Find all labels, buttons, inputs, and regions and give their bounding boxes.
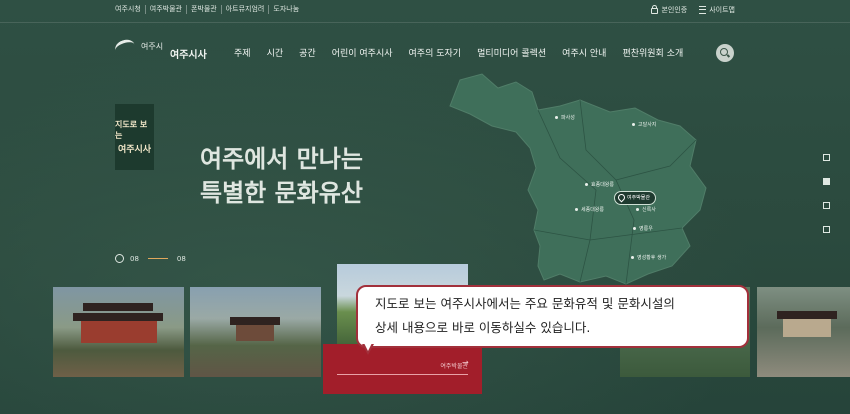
hero-title-line2: 특별한 문화유산 bbox=[200, 179, 363, 207]
slide-pager: 08 08 bbox=[115, 254, 186, 263]
nav-item-multimedia[interactable]: 멀티미디어 콜렉션 bbox=[477, 46, 546, 59]
utility-bar: 여주시청 여주박물관 폰박물관 아트뮤지엄려 도자나눔 본인인증 사이트맵 bbox=[0, 0, 850, 23]
logo[interactable]: 여주시 bbox=[115, 38, 163, 54]
tooltip-tail-inner bbox=[364, 343, 372, 351]
map-label[interactable]: 영성황후 생가 bbox=[631, 254, 666, 261]
utility-link[interactable]: 여주시청 bbox=[115, 5, 146, 14]
map-label[interactable]: 신륵사 bbox=[636, 206, 656, 213]
map-label[interactable]: 파사성 bbox=[555, 114, 575, 121]
main-nav: 주제 시간 공간 어린이 여주시사 여주의 도자기 멀티미디어 콜렉션 여주시 … bbox=[234, 46, 683, 59]
nav-item-space[interactable]: 공간 bbox=[299, 46, 316, 59]
pager-current: 08 bbox=[130, 254, 139, 263]
utility-link[interactable]: 여주박물관 bbox=[146, 5, 187, 14]
heritage-card[interactable] bbox=[190, 287, 321, 377]
hero-title-line1: 여주에서 만나는 bbox=[200, 145, 363, 173]
section-dot[interactable] bbox=[823, 202, 830, 209]
map-label[interactable]: 고달사지 bbox=[632, 121, 656, 128]
login-label: 본인인증 bbox=[661, 6, 688, 14]
arrow-right-icon: → bbox=[462, 358, 469, 367]
nav-item-kids[interactable]: 어린이 여주시사 bbox=[332, 46, 393, 59]
map-label[interactable]: 세종대왕릉 bbox=[575, 206, 604, 213]
heritage-card[interactable] bbox=[757, 287, 850, 377]
login-link[interactable]: 본인인증 bbox=[651, 5, 687, 15]
card-label: 여주박물관 bbox=[440, 363, 468, 370]
utility-link[interactable]: 도자나눔 bbox=[269, 5, 303, 14]
map-label[interactable]: 효종대왕릉 bbox=[585, 181, 614, 188]
nav-item-ceramics[interactable]: 여주의 도자기 bbox=[409, 46, 462, 59]
pager-progress bbox=[147, 258, 168, 259]
nav-item-time[interactable]: 시간 bbox=[267, 46, 284, 59]
map-pin-museum[interactable]: 여주박물관 bbox=[614, 191, 657, 205]
section-dot-active[interactable] bbox=[823, 178, 830, 185]
hero-title: 여주에서 만나는 특별한 문화유산 bbox=[200, 142, 363, 210]
sitemap-link[interactable]: 사이트맵 bbox=[699, 5, 735, 15]
nav-item-topic[interactable]: 주제 bbox=[234, 46, 251, 59]
sitemap-label: 사이트맵 bbox=[709, 6, 735, 14]
nav-item-committee[interactable]: 편찬위원회 소개 bbox=[622, 46, 683, 59]
section-dot[interactable] bbox=[823, 154, 830, 161]
card-underline bbox=[337, 374, 468, 375]
utility-links: 여주시청 여주박물관 폰박물관 아트뮤지엄려 도자나눔 bbox=[115, 5, 303, 14]
pager-total: 08 bbox=[176, 254, 186, 263]
tooltip-text: 지도로 보는 여주시사에서는 주요 문화유적 및 문화시설의 상세 내용으로 바… bbox=[375, 292, 740, 340]
utility-link[interactable]: 아트뮤지엄려 bbox=[222, 5, 270, 14]
tooltip-text-line1: 지도로 보는 여주시사에서는 주요 문화유적 및 문화시설의 bbox=[375, 296, 675, 311]
map-badge[interactable]: 지도로 보는 여주시사 bbox=[115, 104, 154, 170]
site-title[interactable]: 여주시사 bbox=[170, 46, 207, 61]
pause-icon[interactable] bbox=[115, 254, 124, 263]
section-dot[interactable] bbox=[823, 226, 830, 233]
tooltip-text-line2: 상세 내용으로 바로 이동하실수 있습니다. bbox=[375, 320, 591, 335]
heritage-card[interactable] bbox=[53, 287, 184, 377]
logo-text: 여주시 bbox=[141, 41, 164, 51]
utility-link[interactable]: 폰박물관 bbox=[187, 5, 222, 14]
badge-line1: 지도로 보는 bbox=[115, 120, 148, 140]
menu-icon bbox=[699, 6, 707, 14]
lock-icon bbox=[651, 5, 659, 14]
map-region[interactable] bbox=[449, 73, 707, 285]
logo-icon bbox=[115, 38, 137, 54]
utility-actions: 본인인증 사이트맵 bbox=[651, 5, 735, 15]
map-label[interactable]: 영릉우 bbox=[633, 225, 653, 232]
nav-item-guide[interactable]: 여주시 안내 bbox=[562, 46, 606, 59]
search-button[interactable] bbox=[716, 44, 734, 62]
badge-line2: 여주시사 bbox=[117, 145, 152, 155]
